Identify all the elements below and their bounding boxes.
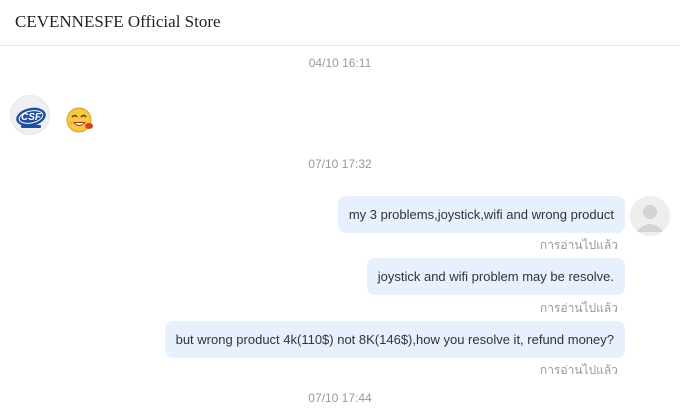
seller-avatar[interactable]: CSF — [10, 95, 50, 135]
store-name[interactable]: CEVENNESFE Official Store — [15, 12, 221, 32]
seller-logo-text: CSF — [21, 112, 42, 123]
read-status: การอ่านไปแล้ว — [539, 363, 618, 377]
message-bubble[interactable]: my 3 problems,joystick,wifi and wrong pr… — [337, 196, 625, 233]
timestamp: 07/10 17:44 — [308, 391, 372, 405]
timestamp: 04/10 16:11 — [308, 56, 372, 70]
laughing-emoji-icon[interactable] — [64, 104, 96, 136]
user-avatar[interactable] — [630, 196, 670, 236]
csf-logo-icon: CSF — [16, 107, 46, 128]
default-user-avatar-icon — [630, 196, 670, 236]
read-status: การอ่านไปแล้ว — [539, 238, 618, 252]
read-status: การอ่านไปแล้ว — [539, 301, 618, 315]
message-bubble[interactable]: joystick and wifi problem may be resolve… — [366, 258, 625, 295]
timestamp: 07/10 17:32 — [308, 157, 372, 171]
message-bubble[interactable]: but wrong product 4k(110$) not 8K(146$),… — [164, 321, 625, 358]
chat-header: CEVENNESFE Official Store — [0, 0, 680, 46]
